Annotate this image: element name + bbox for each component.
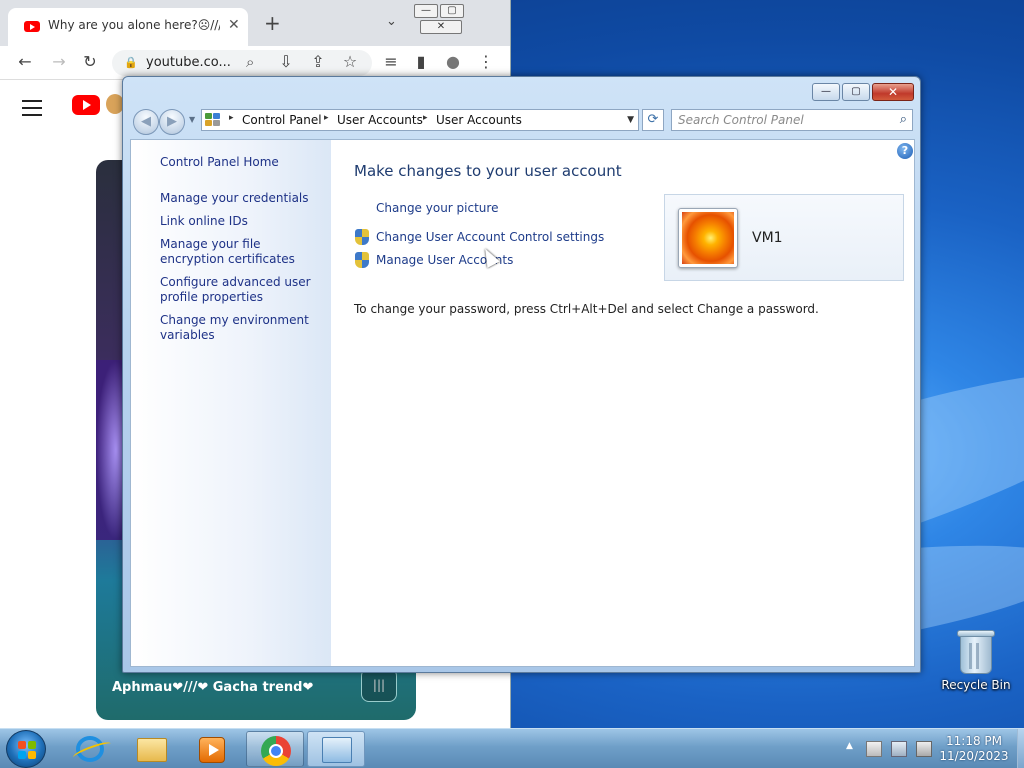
recent-pages-icon[interactable]: ▼ — [189, 115, 195, 124]
recycle-bin-label: Recycle Bin — [941, 678, 1011, 692]
action-center-flag-icon[interactable] — [866, 741, 882, 757]
back-button[interactable]: ◀ — [133, 109, 159, 135]
control-panel-content: Control Panel Home Manage your credentia… — [130, 139, 915, 667]
share-icon[interactable]: ⇪ — [307, 52, 329, 71]
taskbar-media-player[interactable] — [182, 731, 240, 767]
chrome-tab-strip: Why are you alone here?☹///❤ ✕ + ⌄ — ▢ ✕ — [0, 0, 510, 46]
media-player-icon — [199, 737, 225, 763]
address-dropdown-icon[interactable]: ▼ — [627, 115, 634, 125]
clock-date: 11/20/2023 — [939, 749, 1009, 763]
start-button[interactable] — [6, 730, 46, 768]
taskbar-control-panel[interactable] — [307, 731, 365, 767]
sound-button[interactable]: ||| — [361, 668, 397, 702]
control-panel-icon — [322, 737, 352, 763]
control-panel-window: — ▢ ✕ ◀ ▶ ▼ ▸ Control Panel ▸ User Account… — [122, 76, 921, 673]
password-note: To change your password, press Ctrl+Alt+… — [354, 302, 819, 316]
file-encryption-certificates-link[interactable]: Manage your file encryption certificates — [160, 237, 325, 267]
environment-variables-link[interactable]: Change my environment variables — [160, 313, 325, 343]
refresh-button[interactable]: ⟳ — [642, 109, 664, 131]
url-text: youtube.co... — [146, 55, 231, 70]
network-icon[interactable] — [891, 741, 907, 757]
search-icon[interactable]: ⌕ — [246, 53, 254, 71]
control-panel-window-controls: — ▢ ✕ — [810, 83, 914, 101]
recycle-bin-icon — [957, 628, 995, 674]
tasks-sidebar: Control Panel Home Manage your credentia… — [131, 140, 331, 666]
chrome-toolbar: ← → ↻ 🔒 youtube.co... ⌕ ⇩ ⇪ ☆ ≡ ▮ ● ⋮ — [0, 46, 510, 80]
tab-search-button[interactable]: ⌄ — [386, 14, 397, 29]
system-clock[interactable]: 11:18 PM 11/20/2023 — [936, 734, 1012, 764]
back-button[interactable]: ← — [14, 52, 36, 71]
show-desktop-button[interactable] — [1017, 729, 1024, 768]
volume-muted-icon[interactable] — [916, 741, 932, 757]
close-button[interactable]: ✕ — [420, 20, 462, 34]
maximize-button[interactable]: ▢ — [842, 83, 870, 101]
clock-time: 11:18 PM — [946, 734, 1002, 748]
media-control-icon[interactable]: ≡ — [380, 52, 402, 71]
hamburger-menu-icon[interactable] — [22, 100, 42, 121]
uac-shield-icon — [355, 252, 369, 268]
minimize-button[interactable]: — — [812, 83, 840, 101]
profile-icon[interactable]: ● — [442, 52, 464, 71]
user-picture[interactable] — [678, 208, 738, 268]
forward-button[interactable]: ▶ — [159, 109, 185, 135]
change-picture-link[interactable]: Change your picture — [376, 201, 498, 215]
flower-avatar-icon — [682, 212, 734, 264]
uac-shield-icon — [355, 229, 369, 245]
recycle-bin[interactable]: Recycle Bin — [940, 628, 1012, 692]
user-account-tile: VM1 — [664, 194, 904, 281]
advanced-profile-properties-link[interactable]: Configure advanced user profile properti… — [160, 275, 325, 305]
chrome-menu-icon[interactable]: ⋮ — [475, 52, 497, 71]
show-hidden-icons-button[interactable]: ▲ — [846, 741, 853, 751]
search-input[interactable] — [678, 110, 888, 130]
user-name: VM1 — [752, 230, 783, 246]
tab-title: Why are you alone here?☹///❤ — [48, 18, 220, 32]
breadcrumb-separator[interactable]: ▸ — [423, 113, 428, 123]
forward-button[interactable]: → — [48, 52, 70, 71]
chrome-window-controls: — ▢ ✕ — [414, 2, 510, 34]
breadcrumb-control-panel[interactable]: Control Panel — [242, 113, 322, 127]
taskbar: ▲ 11:18 PM 11/20/2023 — [0, 728, 1024, 768]
uac-settings-link[interactable]: Change User Account Control settings — [376, 230, 604, 244]
youtube-logo[interactable] — [72, 95, 100, 115]
new-tab-button[interactable]: + — [264, 13, 281, 33]
page-title: Make changes to your user account — [354, 162, 622, 180]
close-button[interactable]: ✕ — [872, 83, 914, 101]
video-caption: Aphmau❤///❤ Gacha trend❤ — [112, 680, 314, 695]
side-panel-icon[interactable]: ▮ — [410, 52, 432, 71]
control-panel-home-link[interactable]: Control Panel Home — [160, 155, 325, 170]
install-icon[interactable]: ⇩ — [275, 52, 297, 71]
address-bar[interactable]: 🔒 youtube.co... ⌕ — [112, 50, 372, 76]
help-icon[interactable]: ? — [897, 143, 913, 159]
search-icon[interactable]: ⌕ — [900, 112, 907, 127]
breadcrumb-user-accounts-current[interactable]: User Accounts — [436, 113, 522, 127]
lock-icon: 🔒 — [124, 56, 138, 69]
breadcrumb-user-accounts[interactable]: User Accounts — [337, 113, 423, 127]
breadcrumb-separator[interactable]: ▸ — [324, 113, 329, 123]
search-box[interactable]: ⌕ — [671, 109, 913, 131]
youtube-favicon-icon — [24, 21, 40, 32]
reload-button[interactable]: ↻ — [79, 52, 101, 71]
control-panel-icon — [205, 113, 221, 127]
bookmark-star-icon[interactable]: ☆ — [339, 52, 361, 71]
maximize-button[interactable]: ▢ — [440, 4, 464, 18]
windows-logo-icon — [18, 741, 36, 759]
taskbar-google-chrome[interactable] — [246, 731, 304, 767]
tab-close-icon[interactable]: ✕ — [228, 17, 240, 33]
address-bar[interactable]: ▸ Control Panel ▸ User Accounts ▸ User A… — [201, 109, 639, 131]
chrome-icon — [261, 736, 291, 766]
manage-credentials-link[interactable]: Manage your credentials — [160, 191, 325, 206]
breadcrumb-separator[interactable]: ▸ — [229, 113, 234, 123]
link-online-ids-link[interactable]: Link online IDs — [160, 214, 325, 229]
folder-icon — [137, 738, 167, 762]
minimize-button[interactable]: — — [414, 4, 438, 18]
chrome-tab[interactable]: Why are you alone here?☹///❤ ✕ — [8, 8, 248, 46]
taskbar-windows-explorer[interactable] — [122, 731, 180, 767]
internet-explorer-icon — [76, 736, 104, 762]
taskbar-internet-explorer[interactable] — [60, 731, 118, 767]
